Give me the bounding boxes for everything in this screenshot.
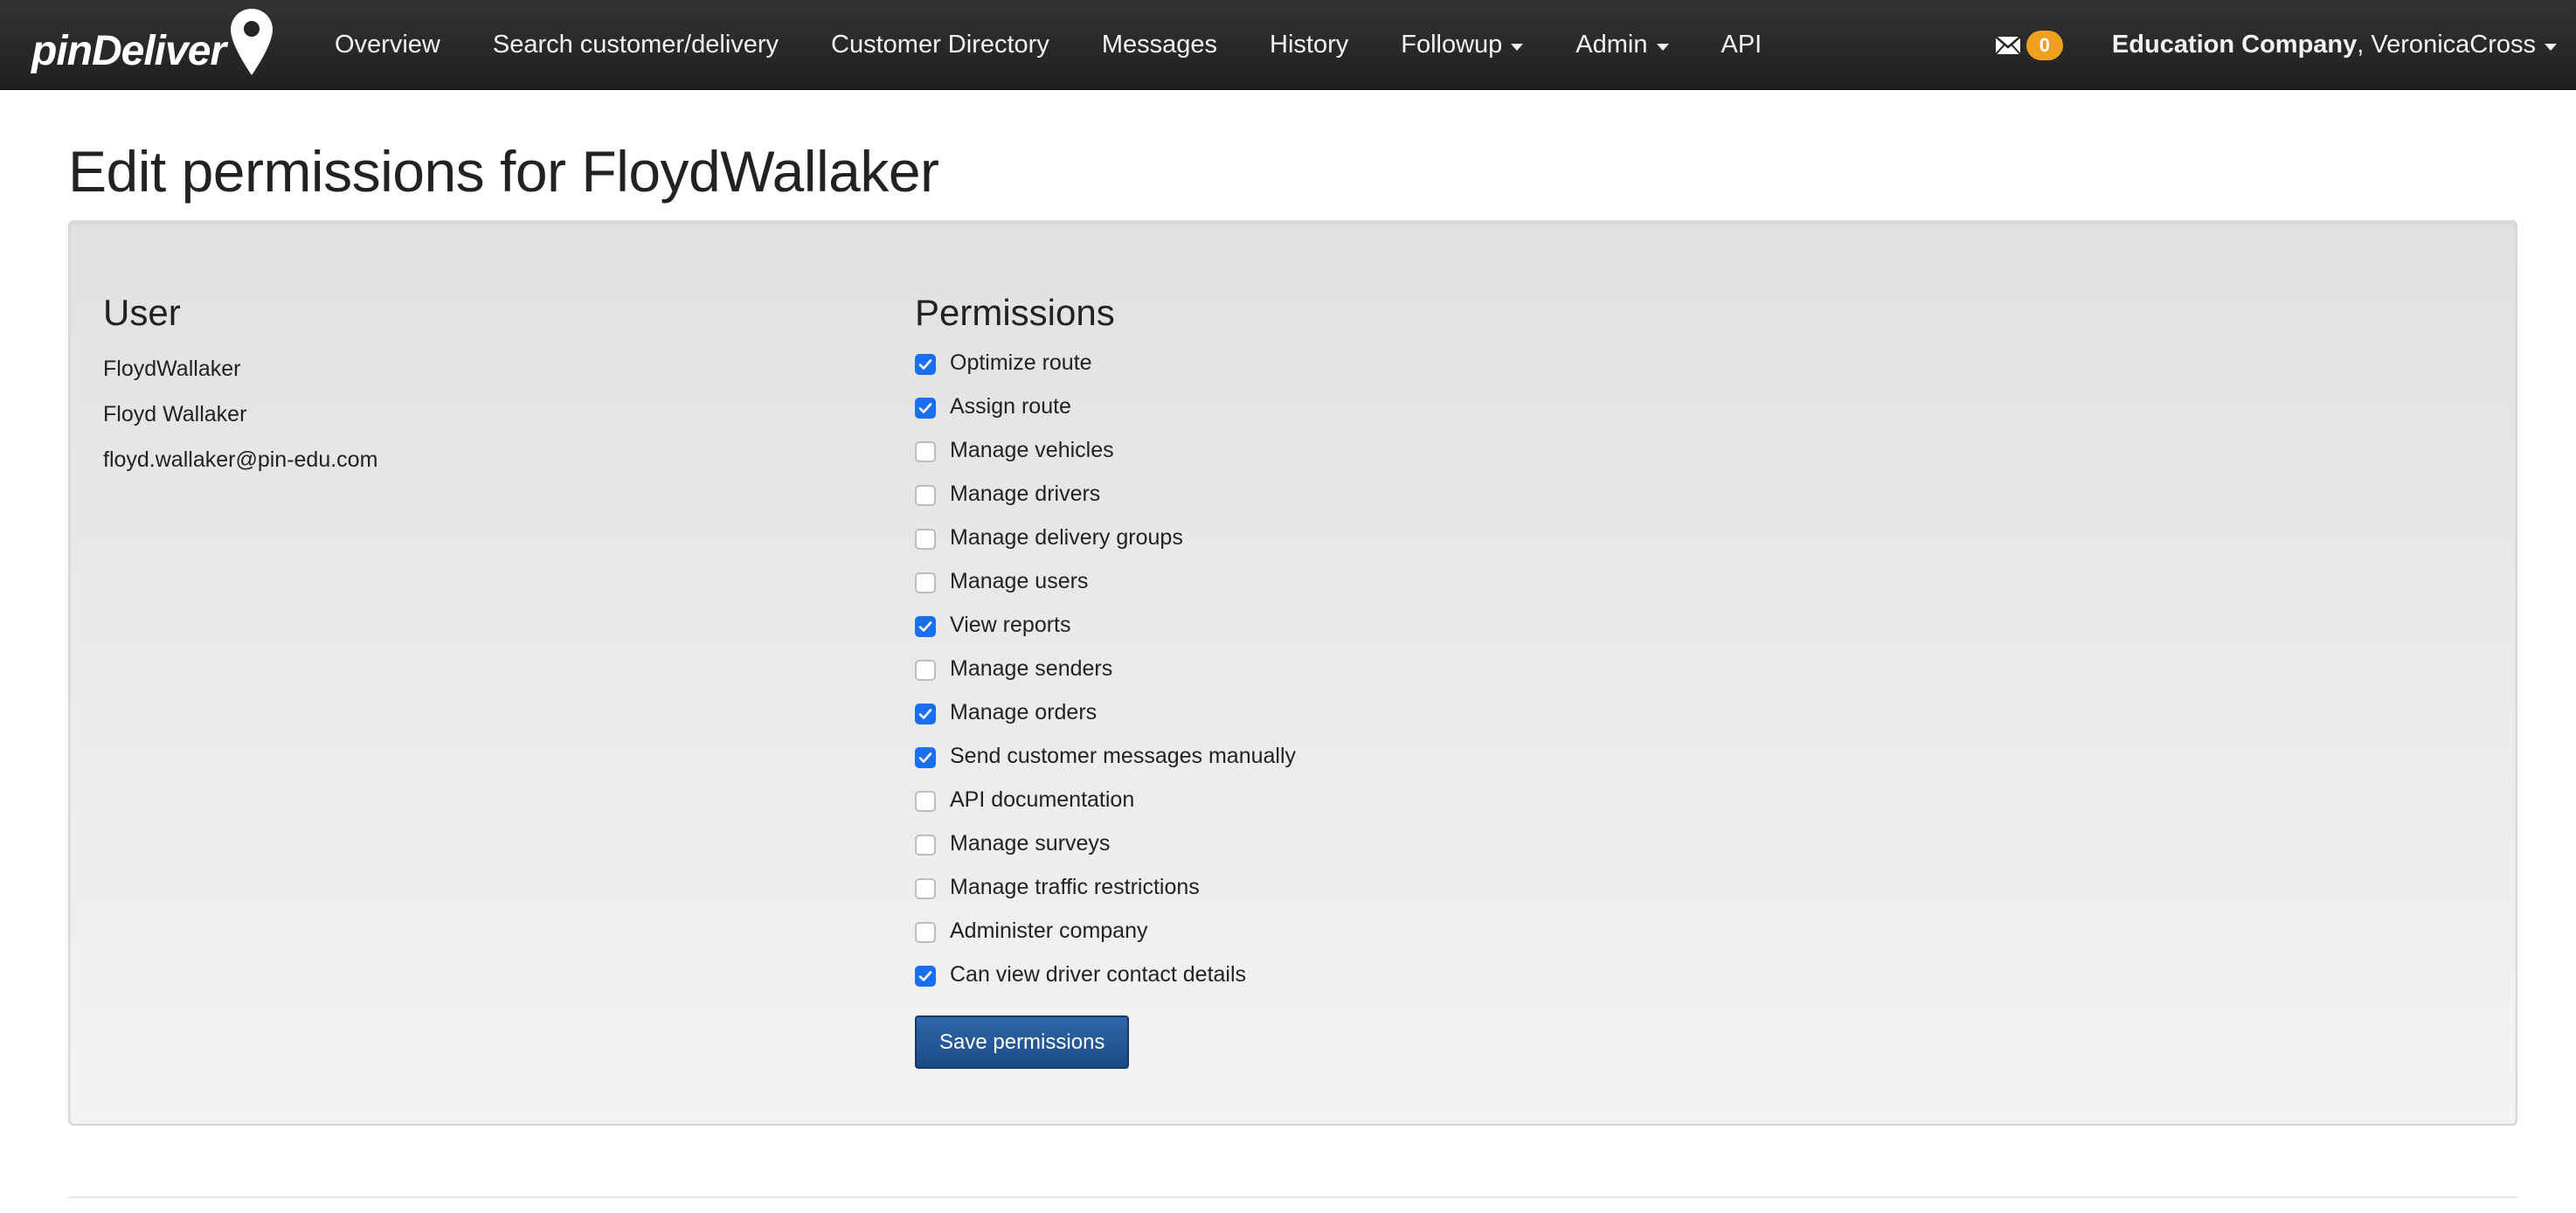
nav-item-label: Admin [1575, 31, 1648, 59]
permission-label: Administer company [950, 918, 1148, 943]
permission-item[interactable]: Manage delivery groups [915, 516, 1296, 559]
nav-search[interactable]: Search customer/delivery [467, 0, 805, 90]
checkmark-icon [918, 752, 932, 763]
nav-history[interactable]: History [1243, 0, 1375, 90]
nav-item-label: API [1721, 31, 1762, 59]
checkmark-icon [918, 403, 932, 413]
permission-checkbox[interactable] [915, 922, 936, 943]
permission-item[interactable]: Manage orders [915, 690, 1296, 734]
permission-item[interactable]: Manage traffic restrictions [915, 865, 1296, 909]
permission-label: Optimize route [950, 350, 1092, 375]
permission-label: Assign route [950, 393, 1071, 419]
permission-item[interactable]: Manage vehicles [915, 428, 1296, 472]
permission-item[interactable]: Can view driver contact details [915, 953, 1296, 996]
permission-label: Manage senders [950, 655, 1113, 681]
envelope-icon [1995, 35, 2021, 55]
permission-checkbox[interactable] [915, 966, 936, 987]
permission-label: Manage vehicles [950, 437, 1114, 462]
nav-customer-directory[interactable]: Customer Directory [805, 0, 1076, 90]
permission-label: Manage users [950, 568, 1089, 593]
checkmark-icon [918, 359, 932, 370]
permission-item[interactable]: Administer company [915, 909, 1296, 953]
caret-down-icon [1656, 43, 1669, 51]
caret-down-icon [1511, 43, 1524, 51]
permission-item[interactable]: Assign route [915, 385, 1296, 428]
nav-item-label: Followup [1401, 31, 1503, 59]
nav-item-label: Search customer/delivery [492, 31, 779, 59]
permissions-section: Permissions Optimize route Assign route Ma… [915, 292, 1296, 1069]
user-heading: User [103, 292, 181, 333]
nav-item-label: Messages [1101, 31, 1217, 59]
nav-item-label: History [1270, 31, 1349, 59]
company-name: Education Company [2111, 31, 2358, 59]
page-title: Edit permissions for FloydWallaker [68, 139, 939, 204]
permission-checkbox[interactable] [915, 660, 936, 681]
main-nav: Overview Search customer/delivery Customer… [308, 0, 1788, 90]
permission-item[interactable]: Send customer messages manually [915, 734, 1296, 778]
nav-item-label: Overview [335, 31, 440, 59]
permission-label: API documentation [950, 787, 1135, 812]
user-separator: , [2357, 31, 2372, 59]
permissions-list: Optimize route Assign route Manage vehicle… [915, 341, 1296, 996]
brand-logo[interactable]: pinDeliver [31, 5, 276, 84]
permission-checkbox[interactable] [915, 485, 936, 506]
nav-api[interactable]: API [1695, 0, 1789, 90]
checkmark-icon [918, 709, 932, 719]
permission-label: View reports [950, 612, 1071, 637]
brand-name: pinDeliver [31, 27, 226, 74]
user-email: floyd.wallaker@pin-edu.com [103, 447, 378, 472]
checkmark-icon [918, 971, 932, 981]
save-permissions-button[interactable]: Save permissions [915, 1015, 1130, 1069]
permission-label: Manage delivery groups [950, 524, 1183, 550]
user-info-section: User FloydWallaker Floyd Wallaker floyd.… [103, 292, 377, 482]
nav-followup[interactable]: Followup [1375, 0, 1549, 90]
chevron-down-icon [2545, 43, 2557, 51]
user-username: FloydWallaker [103, 357, 241, 381]
user-full-name: Floyd Wallaker [103, 402, 247, 426]
permission-checkbox[interactable] [915, 441, 936, 462]
top-navbar: pinDeliver Overview Search customer/deliv… [0, 0, 2576, 90]
user-menu[interactable]: Education Company, VeronicaCross [2112, 31, 2576, 59]
checkmark-icon [918, 621, 932, 632]
nav-overview[interactable]: Overview [308, 0, 467, 90]
message-count-badge: 0 [2025, 30, 2063, 60]
current-username: VeronicaCross [2371, 31, 2536, 59]
permission-checkbox[interactable] [915, 529, 936, 550]
permission-label: Can view driver contact details [950, 961, 1247, 987]
permission-label: Manage surveys [950, 830, 1111, 856]
permission-checkbox[interactable] [915, 616, 936, 637]
nav-item-label: Customer Directory [831, 31, 1049, 59]
permission-item[interactable]: Manage senders [915, 647, 1296, 690]
permission-checkbox[interactable] [915, 354, 936, 375]
permission-checkbox[interactable] [915, 747, 936, 768]
permission-item[interactable]: Manage users [915, 559, 1296, 603]
messages-indicator[interactable]: 0 [1995, 30, 2063, 60]
footer-divider [68, 1196, 2517, 1198]
permission-item[interactable]: Manage drivers [915, 472, 1296, 516]
map-pin-icon [231, 9, 274, 75]
permission-checkbox[interactable] [915, 572, 936, 593]
permissions-heading: Permissions [915, 292, 1115, 333]
nav-messages[interactable]: Messages [1076, 0, 1243, 90]
permission-item[interactable]: Manage surveys [915, 821, 1296, 865]
nav-admin[interactable]: Admin [1549, 0, 1694, 90]
permission-item[interactable]: View reports [915, 603, 1296, 647]
permission-label: Send customer messages manually [950, 743, 1297, 768]
permission-checkbox[interactable] [915, 398, 936, 419]
permission-checkbox[interactable] [915, 704, 936, 724]
permission-checkbox[interactable] [915, 791, 936, 812]
nav-right: 0 Education Company, VeronicaCross [1995, 0, 2576, 90]
permissions-panel: User FloydWallaker Floyd Wallaker floyd.… [68, 220, 2517, 1126]
permission-checkbox[interactable] [915, 878, 936, 899]
permission-item[interactable]: Optimize route [915, 341, 1296, 385]
permission-label: Manage drivers [950, 481, 1101, 506]
permission-label: Manage orders [950, 699, 1098, 724]
permission-checkbox[interactable] [915, 835, 936, 856]
permission-item[interactable]: API documentation [915, 778, 1296, 821]
permission-label: Manage traffic restrictions [950, 874, 1200, 899]
